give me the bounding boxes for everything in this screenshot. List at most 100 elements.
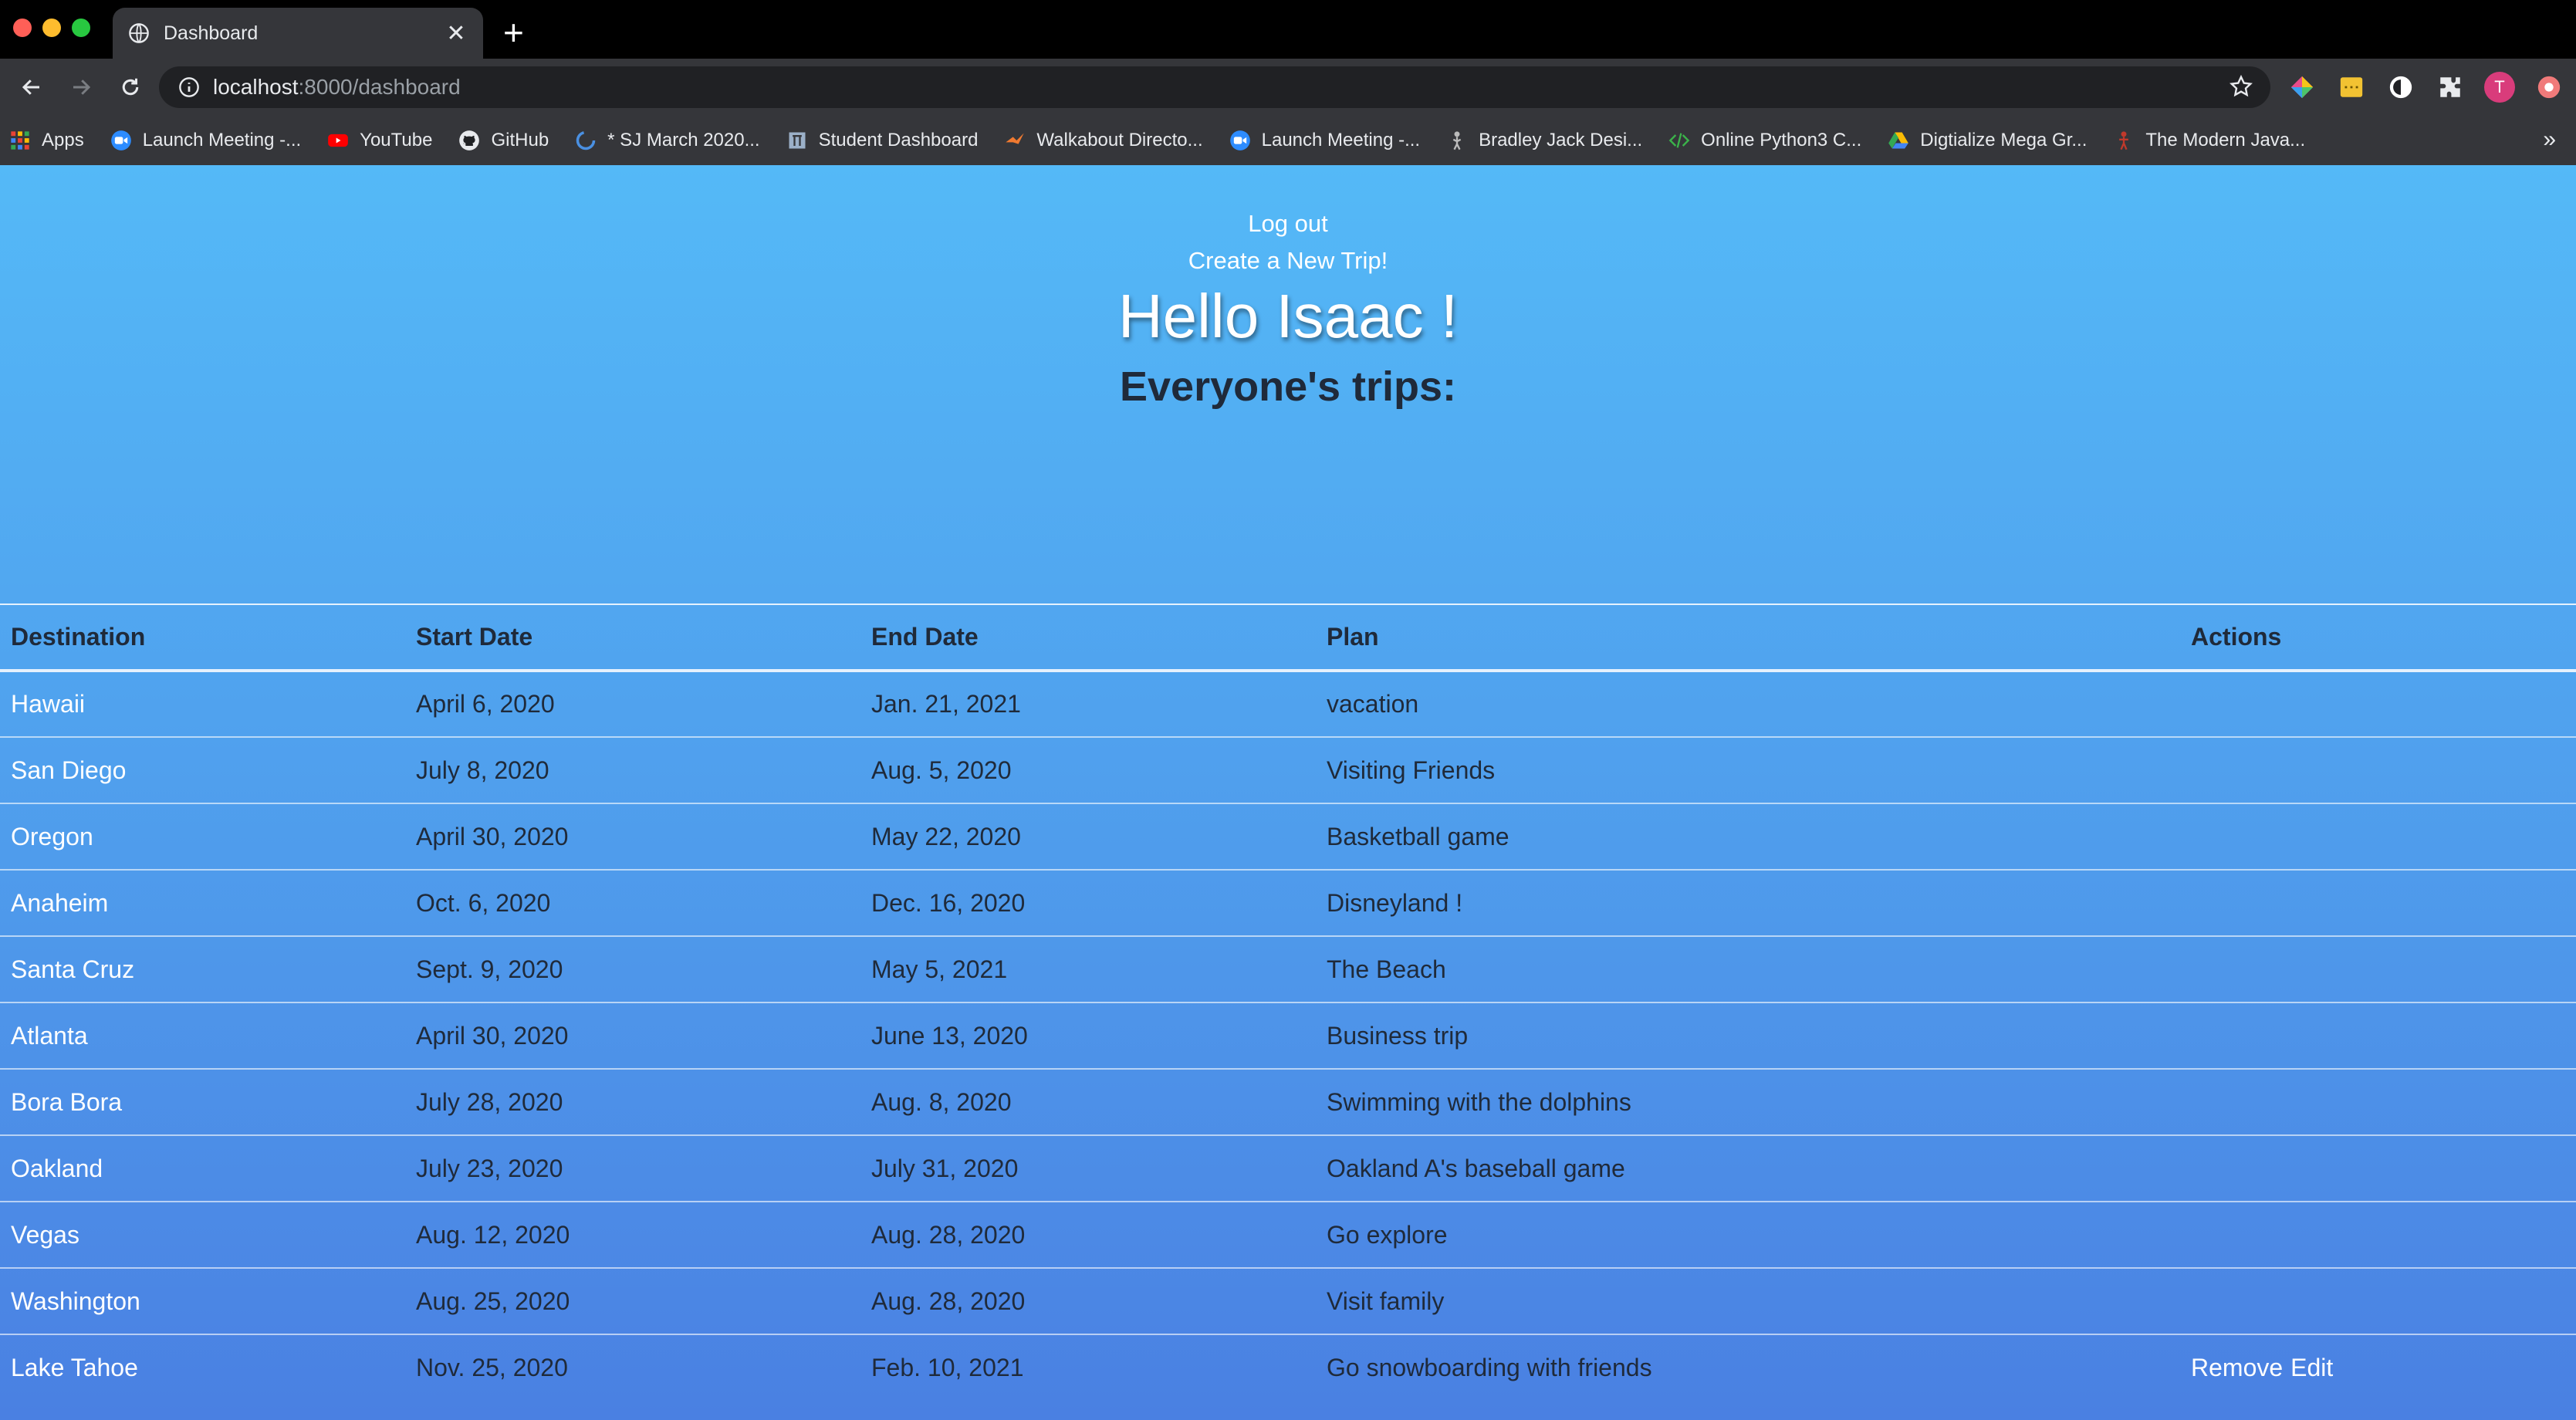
destination-cell[interactable]: Anaheim (0, 870, 405, 936)
code-icon (1668, 130, 1690, 151)
start-date-cell: Sept. 9, 2020 (416, 955, 563, 983)
destination-cell[interactable]: San Diego (0, 737, 405, 803)
destination-cell[interactable]: Washington (0, 1268, 405, 1334)
github-icon (458, 130, 480, 151)
notes-extension-icon[interactable] (2334, 68, 2369, 106)
dashboard-page: Log out Create a New Trip! Hello Isaac !… (0, 165, 2576, 1420)
forward-button[interactable] (62, 68, 100, 106)
info-icon[interactable] (177, 76, 201, 99)
actions-cell (2180, 671, 2576, 737)
table-row: Washington Aug. 25, 2020 Aug. 28, 2020 Visi… (0, 1268, 2576, 1334)
start-date-cell: July 23, 2020 (416, 1154, 563, 1182)
zoom-icon (1229, 130, 1251, 151)
actions-cell (2180, 1069, 2576, 1135)
end-date-cell: Aug. 5, 2020 (871, 756, 1012, 784)
bookmark-item[interactable]: GitHub (458, 130, 549, 151)
end-date-cell: Aug. 8, 2020 (871, 1087, 1012, 1116)
bookmark-item[interactable]: The Modern Java... (2113, 130, 2305, 151)
bookmark-item[interactable]: YouTube (327, 130, 432, 151)
zoom-icon (110, 130, 132, 151)
actions-cell (2180, 936, 2576, 1002)
extensions-area: T (2284, 68, 2567, 106)
destination-cell[interactable]: Atlanta (0, 1002, 405, 1069)
greeting-heading: Hello Isaac ! (1117, 282, 1459, 350)
bookmark-item[interactable]: Student Dashboard (786, 130, 979, 151)
table-row: Atlanta April 30, 2020 June 13, 2020 Busine… (0, 1002, 2576, 1069)
start-date-cell: Nov. 25, 2020 (416, 1354, 568, 1381)
end-date-cell: Aug. 28, 2020 (871, 1286, 1026, 1315)
more-bookmarks-button[interactable]: » (2543, 127, 2556, 153)
gate-icon (786, 130, 808, 151)
bookmark-label: Bradley Jack Desi... (1479, 130, 1643, 150)
tab-title: Dashboard (164, 22, 259, 44)
bookmark-star-icon[interactable] (2229, 74, 2253, 103)
destination-cell[interactable]: Santa Cruz (0, 936, 405, 1002)
table-row: San Diego July 8, 2020 Aug. 5, 2020 Visitin… (0, 737, 2576, 803)
extension-badge-icon[interactable] (2531, 68, 2567, 106)
bookmark-item[interactable]: Walkabout Directo... (1004, 130, 1203, 151)
start-date-cell: April 30, 2020 (416, 1021, 569, 1050)
destination-cell[interactable]: Hawaii (0, 671, 405, 737)
edit-trip-link[interactable]: Edit (2290, 1354, 2333, 1381)
destination-cell[interactable]: Oregon (0, 803, 405, 870)
bookmark-label: Apps (42, 130, 84, 150)
reload-button[interactable] (111, 68, 150, 106)
column-header: Start Date (416, 623, 533, 651)
close-window-button[interactable] (13, 19, 32, 37)
back-button[interactable] (12, 68, 51, 106)
plan-cell: Visit family (1327, 1286, 1445, 1315)
bookmark-label: Walkabout Directo... (1036, 130, 1203, 150)
bookmark-item[interactable]: Apps (9, 130, 84, 151)
close-tab-icon[interactable]: ✕ (445, 20, 468, 47)
destination-cell[interactable]: Oakland (0, 1135, 405, 1202)
browser-toolbar: localhost:8000/dashboard T (0, 59, 2576, 116)
top-links: Log out Create a New Trip! (0, 165, 2576, 279)
bookmark-item[interactable]: Bradley Jack Desi... (1446, 130, 1642, 151)
puzzle-icon[interactable] (2432, 68, 2468, 106)
create-trip-link[interactable]: Create a New Trip! (0, 242, 2576, 279)
destination-cell[interactable]: Vegas (0, 1202, 405, 1268)
bookmark-label: Student Dashboard (818, 130, 979, 150)
address-bar[interactable]: localhost:8000/dashboard (159, 66, 2270, 108)
minimize-window-button[interactable] (42, 19, 61, 37)
actions-cell (2180, 1268, 2576, 1334)
table-row: Lake Tahoe Nov. 25, 2020 Feb. 10, 2021 Go s… (0, 1334, 2576, 1401)
bookmark-item[interactable]: * SJ March 2020... (575, 130, 760, 151)
bookmark-item[interactable]: Launch Meeting -... (110, 130, 301, 151)
end-date-cell: May 22, 2020 (871, 822, 1021, 850)
logout-link[interactable]: Log out (0, 205, 2576, 242)
actions-cell (2180, 803, 2576, 870)
bookmark-item[interactable]: Launch Meeting -... (1229, 130, 1420, 151)
column-header: End Date (871, 623, 979, 651)
start-date-cell: July 28, 2020 (416, 1087, 563, 1116)
bookmark-item[interactable]: Online Python3 C... (1668, 130, 1861, 151)
plan-cell: Go explore (1327, 1220, 1448, 1249)
bookmark-item[interactable]: Digtialize Mega Gr... (1888, 130, 2087, 151)
window-controls (13, 19, 90, 37)
remove-trip-link[interactable]: Remove (2191, 1354, 2283, 1381)
table-row: Oakland July 23, 2020 July 31, 2020 Oakland… (0, 1135, 2576, 1202)
end-date-cell: June 13, 2020 (871, 1021, 1028, 1050)
bookmark-label: Digtialize Mega Gr... (1920, 130, 2088, 150)
table-row: Santa Cruz Sept. 9, 2020 May 5, 2021 The Be… (0, 936, 2576, 1002)
end-date-cell: July 31, 2020 (871, 1154, 1019, 1182)
table-row: Hawaii April 6, 2020 Jan. 21, 2021 vacation (0, 671, 2576, 737)
destination-cell[interactable]: Lake Tahoe (0, 1334, 405, 1401)
destination-cell[interactable]: Bora Bora (0, 1069, 405, 1135)
youtube-icon (327, 130, 349, 151)
dark-mode-extension-icon[interactable] (2383, 68, 2419, 106)
actions-cell (2180, 1002, 2576, 1069)
new-tab-button[interactable]: + (503, 11, 524, 54)
bookmark-label: The Modern Java... (2145, 130, 2306, 150)
reload-icon (122, 78, 139, 96)
end-date-cell: Aug. 28, 2020 (871, 1220, 1026, 1249)
maximize-window-button[interactable] (72, 19, 90, 37)
color-picker-extension-icon[interactable] (2284, 68, 2320, 106)
apps-grid-icon (9, 130, 31, 151)
actions-cell (2180, 870, 2576, 936)
browser-tab[interactable]: Dashboard ✕ (113, 8, 483, 59)
profile-avatar[interactable]: T (2482, 68, 2517, 106)
drive-icon (1888, 130, 1909, 151)
bookmark-label: Launch Meeting -... (1261, 130, 1421, 150)
bird-icon (1004, 130, 1026, 151)
